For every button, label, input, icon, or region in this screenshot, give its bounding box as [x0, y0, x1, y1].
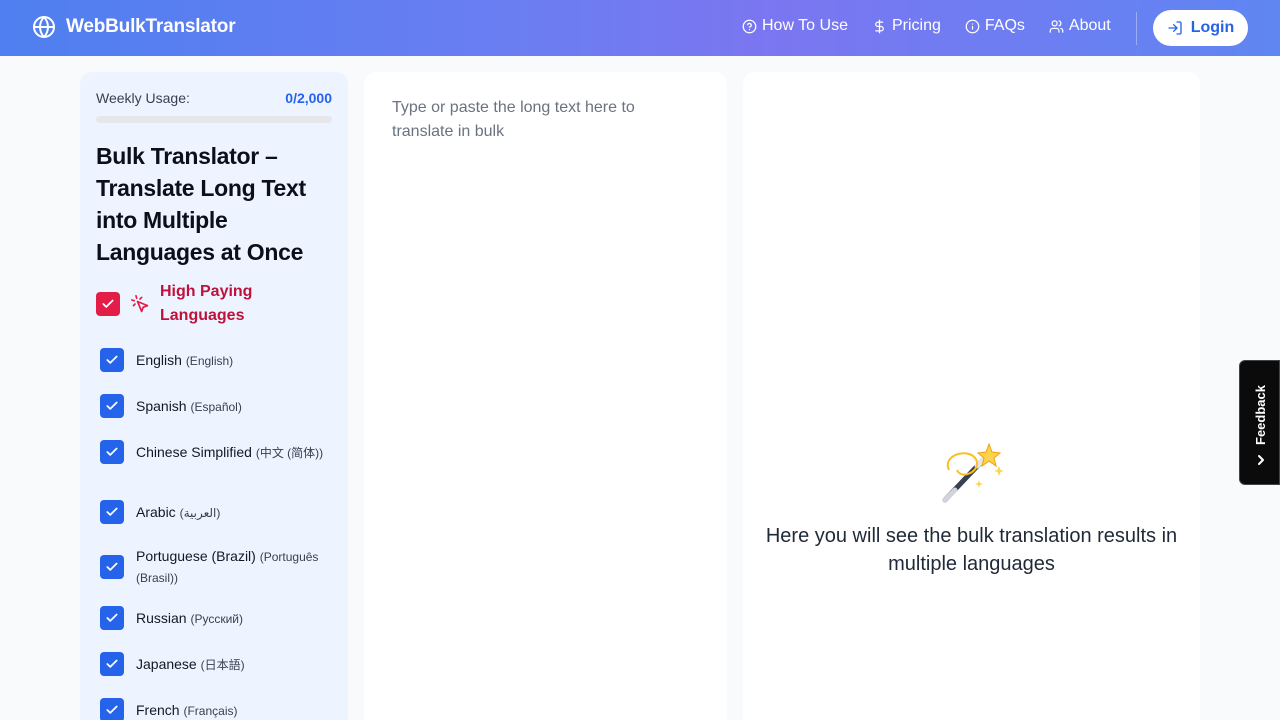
language-item-russian[interactable]: Russian (Русский): [100, 606, 332, 630]
usage-value: 0/2,000: [285, 90, 332, 106]
check-icon: [102, 299, 114, 308]
feedback-tab[interactable]: Feedback: [1239, 360, 1280, 485]
login-button[interactable]: Login: [1153, 10, 1248, 46]
brand-link[interactable]: WebBulkTranslator: [32, 15, 236, 39]
language-label: English (English): [136, 350, 233, 371]
check-icon: [106, 705, 118, 714]
chevron-right-icon: [1258, 455, 1264, 465]
language-label: Chinese Simplified (中文 (简体)): [136, 442, 323, 463]
language-name: English: [136, 351, 182, 368]
high-paying-label: High Paying Languages: [160, 283, 253, 324]
check-icon: [106, 355, 118, 364]
nav-how-to-use-label: How To Use: [762, 17, 848, 34]
language-item-japanese[interactable]: Japanese (日本語): [100, 652, 332, 676]
language-checkbox[interactable]: [100, 394, 124, 418]
nav-about[interactable]: About: [1049, 17, 1111, 35]
language-checkbox[interactable]: [100, 348, 124, 372]
nav-faqs-label: FAQs: [984, 17, 1025, 34]
check-icon: [106, 447, 118, 456]
log-in-icon: [1168, 21, 1182, 35]
language-label: Portuguese (Brazil) (Português (Brasil)): [136, 546, 332, 588]
language-item-french[interactable]: French (Français): [100, 698, 332, 720]
nav-pricing-label: Pricing: [891, 17, 941, 34]
language-native-name: (Español): [190, 399, 242, 414]
globe-icon: [33, 16, 55, 38]
language-native-name: (English): [185, 353, 234, 368]
language-item-spanish[interactable]: Spanish (Español): [100, 394, 332, 418]
check-icon: [106, 562, 118, 571]
nav-faqs[interactable]: FAQs: [965, 17, 1025, 35]
language-checkbox[interactable]: [100, 500, 124, 524]
check-icon: [106, 659, 118, 668]
language-checkbox[interactable]: [100, 652, 124, 676]
check-icon: [106, 507, 118, 516]
language-sidebar: Weekly Usage: 0/2,000 Bulk Translator – …: [80, 72, 348, 720]
source-text-panel: [364, 72, 727, 720]
dollar-icon: [875, 19, 884, 33]
info-circle-icon: [965, 19, 980, 33]
brand-name: WebBulkTranslator: [66, 16, 236, 37]
usage-progress-bar: [96, 116, 332, 123]
source-text-input[interactable]: [392, 96, 692, 696]
language-label: Japanese (日本語): [136, 654, 245, 675]
language-label: Spanish (Español): [136, 396, 242, 417]
language-name: Japanese: [136, 655, 197, 672]
main-nav: How To Use Pricing FAQs About: [742, 17, 1111, 35]
language-name: Chinese Simplified: [136, 443, 252, 460]
language-name: Portuguese (Brazil): [136, 548, 256, 564]
high-paying-toggle[interactable]: High Paying Languages: [96, 280, 280, 328]
language-native-name: (日本語): [200, 657, 245, 672]
weekly-usage: Weekly Usage: 0/2,000: [96, 90, 332, 106]
language-checkbox[interactable]: [100, 555, 124, 579]
feedback-label: Feedback: [1253, 385, 1268, 445]
language-item-portuguese-brazil[interactable]: Portuguese (Brazil) (Português (Brasil)): [100, 546, 332, 588]
sparkle-cursor-icon: [131, 295, 149, 313]
nav-how-to-use[interactable]: How To Use: [742, 17, 848, 35]
language-name: French: [136, 701, 180, 718]
translation-results-panel: Here you will see the bulk translation r…: [743, 72, 1200, 720]
language-native-name: (Русский): [190, 611, 244, 626]
check-icon: [106, 613, 118, 622]
check-icon: [106, 401, 118, 410]
language-native-name: (中文 (简体)): [255, 445, 324, 460]
language-name: Spanish: [136, 397, 187, 414]
language-name: Russian: [136, 609, 187, 626]
language-checkbox[interactable]: [100, 440, 124, 464]
language-name: Arabic: [136, 503, 176, 520]
language-item-chinese-simplified[interactable]: Chinese Simplified (中文 (简体)): [100, 440, 332, 464]
nav-divider: [1136, 12, 1137, 45]
empty-results-message: Here you will see the bulk translation r…: [765, 525, 1178, 575]
language-item-english[interactable]: English (English): [100, 348, 332, 372]
language-item-arabic[interactable]: Arabic (العربية): [100, 500, 332, 524]
language-native-name: (العربية): [179, 505, 221, 520]
top-navbar: WebBulkTranslator How To Use Pricing FAQ…: [0, 0, 1280, 56]
language-checkbox[interactable]: [100, 698, 124, 720]
nav-about-label: About: [1068, 17, 1111, 34]
question-circle-icon: [742, 19, 757, 33]
language-checkbox[interactable]: [100, 606, 124, 630]
page-title: Bulk Translator – Translate Long Text in…: [96, 143, 306, 265]
magic-wand-icon: [942, 442, 1004, 503]
language-label: Russian (Русский): [136, 608, 243, 629]
login-label: Login: [1190, 19, 1235, 36]
language-label: French (Français): [136, 700, 237, 720]
language-native-name: (Français): [183, 703, 238, 718]
users-icon: [1049, 19, 1064, 33]
nav-pricing[interactable]: Pricing: [872, 17, 941, 35]
usage-label: Weekly Usage:: [96, 90, 190, 106]
high-paying-checkbox[interactable]: [96, 292, 120, 316]
language-label: Arabic (العربية): [136, 502, 220, 523]
